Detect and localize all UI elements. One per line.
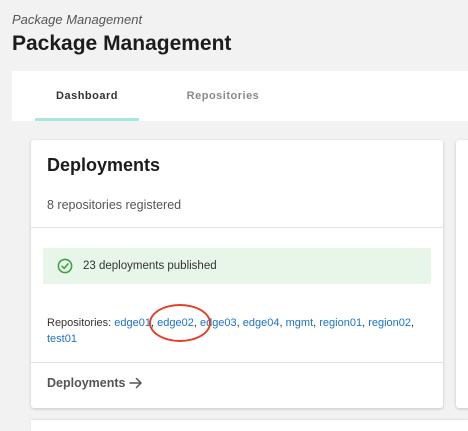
divider	[31, 362, 443, 363]
status-text: 23 deployments published	[83, 260, 217, 272]
arrow-right-icon	[128, 377, 142, 389]
repo-link-edge02[interactable]: edge02	[157, 317, 194, 329]
repo-link-test01[interactable]: test01	[47, 333, 77, 345]
tab-repositories-label: Repositories	[186, 90, 260, 102]
check-circle-icon	[57, 258, 73, 274]
card-subtitle: 8 repositories registered	[47, 198, 182, 212]
page-title: Package Management	[12, 32, 232, 55]
repo-link-edge01[interactable]: edge01	[114, 317, 151, 329]
tab-dashboard[interactable]: Dashboard	[35, 71, 139, 121]
repositories-list: Repositories: edge01, edge02, edge03, ed…	[47, 317, 415, 345]
status-banner: 23 deployments published	[43, 248, 431, 284]
repo-link-edge04[interactable]: edge04	[243, 317, 280, 329]
repo-link-edge03[interactable]: edge03	[200, 317, 237, 329]
repo-link-region01[interactable]: region01	[319, 317, 362, 329]
adjacent-card	[456, 140, 468, 408]
breadcrumb: Package Management	[12, 12, 143, 27]
repo-link-mgmt[interactable]: mgmt	[286, 317, 314, 329]
tab-dashboard-label: Dashboard	[56, 90, 118, 102]
next-card	[31, 420, 468, 431]
repositories-label: Repositories:	[47, 317, 112, 329]
active-tab-indicator	[35, 118, 139, 121]
repo-link-region02[interactable]: region02	[368, 317, 411, 329]
tab-repositories[interactable]: Repositories	[172, 71, 274, 121]
card-title: Deployments	[47, 155, 161, 175]
deployments-card: Deployments 8 repositories registered 23…	[31, 140, 443, 408]
tab-bar: Dashboard Repositories	[12, 71, 468, 121]
divider	[31, 227, 443, 228]
deployments-link-label: Deployments	[47, 376, 126, 390]
deployments-link[interactable]: Deployments	[47, 376, 143, 390]
